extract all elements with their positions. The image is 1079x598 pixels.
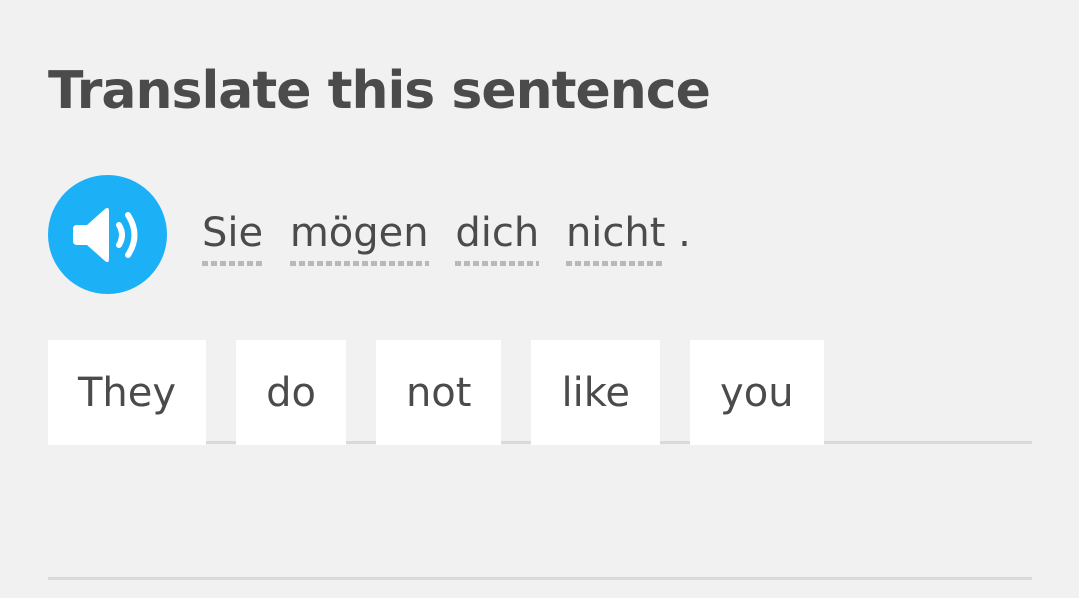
source-word-moegen[interactable]: mögen bbox=[289, 206, 429, 266]
word-tile-do[interactable]: do bbox=[236, 340, 346, 445]
source-sentence: Sie mögen dich nicht . bbox=[202, 206, 691, 276]
page-title: Translate this sentence bbox=[48, 61, 711, 121]
sentence-period: . bbox=[678, 210, 691, 256]
source-word-nicht[interactable]: nicht bbox=[565, 206, 666, 266]
word-tile-not[interactable]: not bbox=[375, 340, 502, 445]
word-tile-like[interactable]: like bbox=[531, 340, 661, 445]
answer-tiles: They do not like you bbox=[48, 340, 824, 445]
answer-line-2 bbox=[48, 577, 1032, 580]
translate-exercise-screen: Translate this sentence Sie mögen dich n… bbox=[0, 0, 1079, 598]
play-audio-button[interactable] bbox=[48, 175, 167, 294]
word-tile-you[interactable]: you bbox=[690, 340, 824, 445]
word-tile-they[interactable]: They bbox=[48, 340, 207, 445]
source-word-dich[interactable]: dich bbox=[455, 206, 540, 266]
speaker-volume-icon bbox=[72, 207, 137, 262]
source-word-sie[interactable]: Sie bbox=[202, 206, 264, 266]
